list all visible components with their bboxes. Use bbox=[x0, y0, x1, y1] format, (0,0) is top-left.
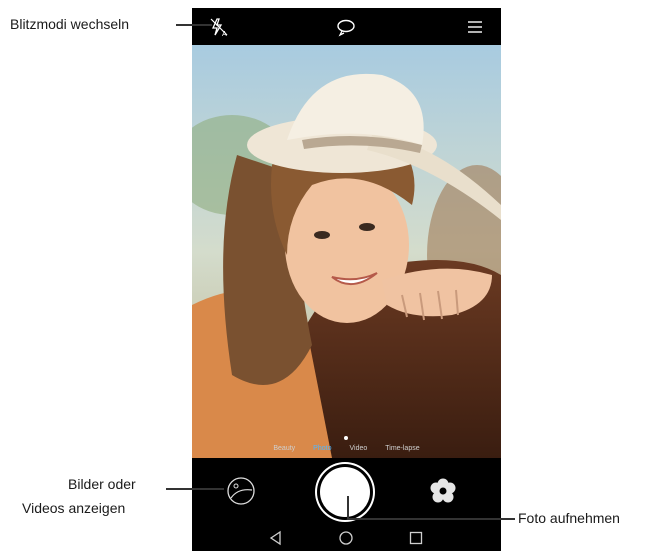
flash-auto-icon[interactable]: A bbox=[208, 16, 230, 38]
shutter-button[interactable] bbox=[320, 467, 370, 517]
filter-flower-icon[interactable] bbox=[428, 476, 458, 506]
mode-time-lapse[interactable]: Time-lapse bbox=[385, 445, 419, 459]
switch-camera-icon[interactable] bbox=[335, 16, 357, 38]
camera-viewfinder[interactable] bbox=[192, 45, 501, 458]
gallery-callout-label-line2: Videos anzeigen bbox=[22, 500, 126, 516]
shutter-callout-label: Foto aufnehmen bbox=[518, 510, 620, 526]
mode-beauty[interactable]: Beauty bbox=[273, 445, 295, 459]
shutter-callout-line bbox=[347, 518, 515, 520]
viewfinder-preview-image bbox=[192, 45, 501, 458]
system-navigation-bar bbox=[192, 526, 501, 551]
camera-mode-selector: Beauty Photo Video Time-lapse bbox=[192, 445, 501, 459]
menu-icon[interactable] bbox=[464, 16, 486, 38]
home-circle-icon[interactable] bbox=[338, 530, 354, 546]
gallery-thumbnail-icon[interactable] bbox=[226, 476, 256, 506]
mode-photo[interactable]: Photo bbox=[313, 445, 331, 459]
camera-top-bar: A bbox=[192, 8, 501, 45]
gallery-callout-line bbox=[166, 488, 224, 490]
flash-callout-label: Blitzmodi wechseln bbox=[10, 16, 130, 32]
recents-square-icon[interactable] bbox=[408, 530, 424, 546]
phone-screen: A Beauty Photo Video Time-lapse bbox=[192, 8, 501, 551]
back-triangle-icon[interactable] bbox=[268, 530, 284, 546]
mode-indicator-dot bbox=[344, 436, 348, 440]
flash-callout-line bbox=[176, 24, 212, 26]
mode-video[interactable]: Video bbox=[349, 445, 367, 459]
shutter-callout-vertical-line bbox=[347, 496, 349, 518]
svg-text:A: A bbox=[222, 31, 227, 38]
gallery-callout-label-line1: Bilder oder bbox=[68, 476, 136, 492]
